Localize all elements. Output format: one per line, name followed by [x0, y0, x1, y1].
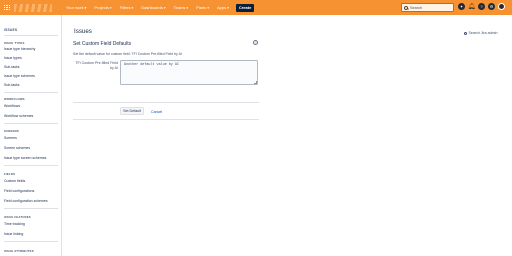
chevron-down-icon: ▾ — [84, 5, 87, 10]
search-placeholder: Search — [410, 5, 423, 10]
search-admin-label: Search Jira admin — [468, 31, 498, 35]
help-icon[interactable]: ? — [478, 3, 485, 10]
nav-label: Projects — [94, 5, 109, 10]
product-logo — [14, 3, 52, 12]
jira-logo[interactable] — [0, 0, 56, 15]
nav-filters[interactable]: Filters ▾ — [116, 5, 138, 10]
sidebar-item-screens[interactable]: Screens — [4, 136, 17, 140]
avatar[interactable] — [498, 3, 505, 10]
chevron-down-icon: ▾ — [131, 5, 134, 10]
cancel-link[interactable]: Cancel — [151, 110, 162, 114]
default-value-textarea[interactable]: Another default value by AI — [120, 60, 258, 85]
nav-label: Teams — [173, 5, 186, 10]
sidebar-item-issue-type-hierarchy[interactable]: Issue type hierarchy — [4, 47, 35, 51]
settings-icon[interactable]: ⚙ — [488, 3, 495, 10]
field-label: TFI Custom Pre-filled Field by AI — [75, 61, 118, 71]
sidebar-item-time-tracking[interactable]: Time tracking — [4, 222, 25, 226]
sidebar-title: ISSUES — [4, 28, 18, 32]
chevron-down-icon: ▾ — [207, 5, 209, 10]
sidebar-item-issue-types[interactable]: Issue types — [4, 56, 22, 60]
divider — [4, 35, 58, 36]
nav-label: Your work — [66, 5, 84, 10]
section-heading-fields: FIELDS — [4, 172, 16, 176]
section-heading-issue-features: ISSUE FEATURES — [4, 215, 31, 219]
top-right-actions: ✦ 🔔︎ ? ⚙ — [458, 3, 505, 10]
divider — [4, 208, 58, 209]
section-heading-issue-types: ISSUE TYPES — [4, 41, 25, 45]
resize-handle[interactable] — [254, 81, 257, 84]
section-title: Set Custom Field Defaults — [73, 41, 132, 47]
sidebar-item-screen-schemes[interactable]: Screen schemes — [4, 146, 30, 150]
sidebar-item-custom-fields[interactable]: Custom fields — [4, 179, 25, 183]
divider — [4, 92, 58, 93]
search-jira-admin-link[interactable]: Search Jira admin — [464, 31, 497, 35]
sidebar-item-workflows[interactable]: Workflows — [4, 104, 20, 108]
chevron-down-icon: ▾ — [186, 5, 189, 10]
nav-label: Dashboards — [141, 5, 163, 10]
help-icon[interactable]: ? — [253, 40, 258, 45]
notifications-icon[interactable]: 🔔︎ — [468, 3, 476, 10]
app-switcher-icon[interactable] — [4, 4, 10, 11]
nav-teams[interactable]: Teams ▾ — [170, 5, 193, 10]
divider — [73, 119, 259, 120]
nav-label: Apps — [216, 5, 227, 10]
set-default-button[interactable]: Set Default — [120, 107, 144, 115]
search-icon — [464, 31, 467, 35]
sidebar-item-field-configuration-schemes[interactable]: Field configuration schemes — [4, 199, 48, 203]
chevron-down-icon: ▾ — [227, 5, 229, 10]
sidebar-item-workflow-schemes[interactable]: Workflow schemes — [4, 114, 33, 118]
chevron-down-icon: ▾ — [163, 5, 166, 10]
divider — [4, 165, 58, 166]
nav-label: Filters — [119, 5, 131, 10]
top-navigation-bar: Your work ▾ Projects ▾ Filters ▾ Dashboards… — [0, 0, 512, 15]
divider — [73, 102, 259, 103]
page-title: Issues — [74, 28, 92, 35]
chevron-down-icon: ▾ — [109, 5, 112, 10]
description-text: Set the default value for custom field: … — [73, 52, 182, 56]
nav-label: Plans — [196, 5, 207, 10]
section-heading-screens: SCREENS — [4, 129, 19, 133]
primary-nav: Your work ▾ Projects ▾ Filters ▾ Dashboards… — [62, 3, 255, 12]
admin-sidebar: ISSUES ISSUE TYPES Issue type hierarchy … — [0, 15, 62, 256]
section-heading-issue-attributes: ISSUE ATTRIBUTES — [4, 249, 34, 253]
main-content: Issues Search Jira admin Set Custom Fiel… — [62, 15, 512, 256]
sidebar-item-issue-type-schemes[interactable]: Issue type schemes — [4, 74, 35, 78]
sidebar-item-sub-tasks[interactable]: Sub-tasks — [4, 65, 20, 69]
nav-your-work[interactable]: Your work ▾ — [62, 5, 90, 10]
section-heading-workflows: WORKFLOWS — [4, 97, 25, 101]
divider — [4, 123, 58, 124]
sidebar-item-field-configurations[interactable]: Field configurations — [4, 189, 34, 193]
sidebar-item-issue-type-screen-schemes[interactable]: Issue type screen schemes — [4, 156, 46, 160]
sidebar-item-issue-linking[interactable]: Issue linking — [4, 232, 23, 236]
divider — [4, 241, 58, 242]
create-button[interactable]: Create — [235, 3, 255, 12]
nav-dashboards[interactable]: Dashboards ▾ — [137, 5, 169, 10]
nav-projects[interactable]: Projects ▾ — [90, 5, 115, 10]
sidebar-item-sub-tasks-2[interactable]: Sub-tasks — [4, 83, 20, 87]
search-icon — [404, 5, 408, 10]
search-input[interactable]: Search — [401, 3, 454, 12]
nav-plans[interactable]: Plans ▾ — [192, 5, 213, 10]
nav-apps[interactable]: Apps ▾ — [213, 5, 233, 10]
sparkle-icon[interactable]: ✦ — [458, 3, 465, 10]
